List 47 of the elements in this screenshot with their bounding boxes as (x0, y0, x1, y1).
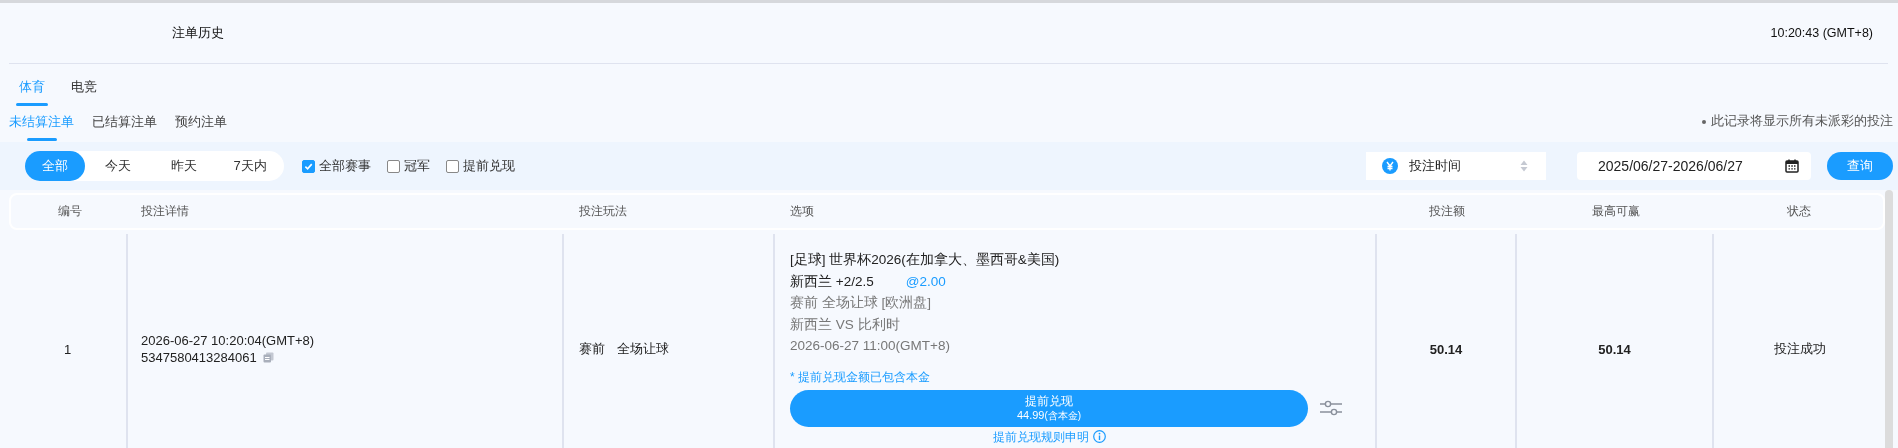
stake-amount: 50.14 (1429, 341, 1463, 357)
kickoff-time: 2026-06-27 11:00(GMT+8) (790, 337, 950, 355)
filter-checkbox[interactable]: 全部赛事 (302, 157, 371, 175)
column-header: 投注玩法 (579, 204, 627, 218)
pick-text: 新西兰 +2/2.5 (790, 272, 874, 291)
bet-time: 2026-06-27 10:20:04(GMT+8) (141, 333, 315, 348)
yuan-icon (1382, 158, 1398, 174)
filter-checkbox[interactable]: 冠军 (387, 157, 430, 175)
play-type: 全场让球 (617, 340, 669, 358)
clock-time: 10:20:43 (GMT+8) (1770, 26, 1873, 40)
sliders-icon[interactable] (1320, 399, 1342, 417)
filter-checkbox[interactable]: 提前兑现 (446, 157, 515, 175)
column-header: 投注额 (1429, 204, 1465, 218)
category-tab[interactable]: 电竞 (71, 76, 97, 106)
period-option[interactable]: 7天内 (217, 151, 283, 181)
checkbox-icon[interactable] (446, 159, 459, 173)
column-header: 最高可赢 (1591, 204, 1640, 218)
copy-icon[interactable] (262, 352, 274, 363)
bet-id: 5347580413284061 (141, 350, 257, 365)
period-option[interactable]: 今天 (85, 151, 151, 181)
bullet-icon (1702, 119, 1706, 124)
cashout-note: * 提前兑现金额已包含本金 (790, 368, 930, 386)
scrollbar[interactable] (1885, 190, 1893, 448)
period-option[interactable]: 昨天 (151, 151, 217, 181)
column-header: 选项 (790, 204, 814, 218)
column-header: 状态 (1786, 204, 1811, 218)
bet-status: 投注成功 (1773, 340, 1826, 358)
checkbox-icon[interactable] (302, 159, 315, 173)
bet-status-tab[interactable]: 已结算注单 (92, 111, 157, 141)
max-win-amount: 50.14 (1598, 341, 1631, 357)
league-name: [足球] 世界杯2026(在加拿大、墨西哥&美国) (790, 251, 1060, 269)
page-title: 注单历史 (172, 24, 224, 42)
market-text: 赛前 全场让球 [欧洲盘] (790, 294, 931, 312)
info-icon[interactable] (1092, 430, 1106, 443)
checkbox-icon[interactable] (387, 159, 400, 173)
row-number: 1 (63, 341, 72, 357)
column-header: 投注详情 (141, 204, 189, 218)
odds-text: @2.00 (905, 272, 946, 291)
bet-status-tab[interactable]: 预约注单 (175, 111, 227, 141)
column-header: 编号 (57, 204, 82, 218)
sort-caret-icon (1520, 160, 1528, 172)
date-range-field[interactable]: 2025/06/27-2026/06/27 (1577, 152, 1811, 180)
calendar-icon (1785, 159, 1799, 173)
sort-dropdown[interactable]: 投注时间 (1366, 152, 1546, 180)
notice-text: 此记录将显示所有未派彩的投注 (1711, 113, 1893, 130)
play-stage: 赛前 (579, 340, 605, 358)
match-text: 新西兰 VS 比利时 (790, 315, 900, 334)
